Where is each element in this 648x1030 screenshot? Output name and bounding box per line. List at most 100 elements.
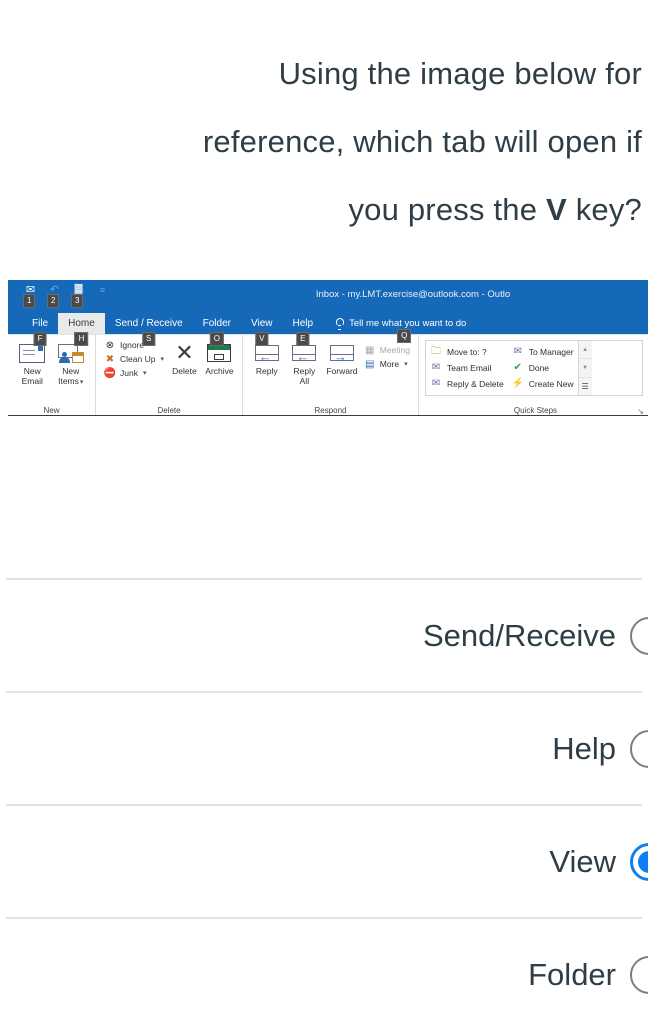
- reply-all-label-2: All: [299, 376, 310, 386]
- ribbon-group-new: New Email New Items▾ New: [8, 335, 96, 415]
- chevron-down-icon: ▾: [79, 379, 84, 386]
- more-label: More: [379, 359, 400, 369]
- question-line-3: ?you press the V key: [6, 176, 642, 244]
- tab-help[interactable]: Help E: [283, 313, 324, 346]
- new-items-label-1: New: [62, 366, 80, 376]
- option-label-send-receive: Send/Receive: [422, 617, 616, 653]
- scroll-up-icon[interactable]: ▲: [578, 341, 592, 360]
- tab-send-receive[interactable]: Send / Receive S: [105, 313, 193, 346]
- dialog-launcher-icon[interactable]: ↘: [637, 407, 644, 415]
- chevron-down-icon: ▾: [404, 361, 408, 368]
- radio-send-receive[interactable]: [630, 616, 648, 655]
- question-line-1: Using the image below for: [278, 56, 642, 91]
- delete-button[interactable]: ✕ Delete: [168, 338, 201, 377]
- tab-help-label: Help: [292, 318, 314, 329]
- to-manager-icon: ✉: [513, 346, 522, 357]
- keytip-send-receive: S: [142, 332, 156, 346]
- option-row-help[interactable]: Help: [0, 693, 648, 804]
- tab-folder-label: Folder: [202, 318, 231, 329]
- delete-small-buttons: ⊗ Ignore ✖ Clean Up ▾ ⛔ Junk ▾: [102, 338, 166, 380]
- new-email-label-1: New: [23, 366, 41, 376]
- reply-label: Reply: [255, 366, 278, 376]
- quick-step-create-new[interactable]: ⚡ Create New: [512, 376, 574, 392]
- ignore-button[interactable]: ⊗ Ignore: [102, 339, 166, 352]
- answer-options-list: Send/Receive Help View Folder: [0, 578, 648, 1030]
- quick-step-done[interactable]: ✔ Done: [512, 360, 574, 376]
- question-line-2: reference, which tab will open if: [202, 124, 642, 159]
- option-row-send-receive[interactable]: Send/Receive: [0, 580, 648, 691]
- quick-step-reply-delete[interactable]: ✉ Reply & Delete: [430, 376, 504, 392]
- tab-folder[interactable]: Folder O: [193, 313, 241, 346]
- quick-step-team-email-label: Team Email: [447, 363, 492, 373]
- option-row-folder[interactable]: Folder: [0, 919, 648, 1030]
- junk-icon: ⛔: [103, 368, 117, 379]
- forward-button[interactable]: → Forward: [324, 338, 360, 376]
- keytip-tell-me: Q: [397, 329, 412, 343]
- new-items-label-2: Items▾: [58, 376, 84, 386]
- tab-view[interactable]: View V: [241, 313, 283, 346]
- quick-steps-column-1: 🗀 Move to: ? ✉ Team Email ✉ Reply & Dele…: [426, 341, 508, 395]
- new-email-label-2: Email: [21, 376, 43, 386]
- tell-me-search[interactable]: Tell me what you want to do Q: [323, 313, 467, 343]
- ignore-label: Ignore: [120, 340, 145, 350]
- question-line-3-suffix: key: [566, 192, 625, 227]
- clean-up-icon: ✖: [105, 354, 115, 365]
- quick-step-team-email[interactable]: ✉ Team Email: [430, 360, 504, 376]
- question-key-letter: V: [546, 192, 567, 227]
- quick-steps-gallery[interactable]: 🗀 Move to: ? ✉ Team Email ✉ Reply & Dele…: [425, 340, 643, 396]
- tab-file-label: File: [32, 318, 49, 329]
- meeting-button[interactable]: ▦ Meeting: [362, 344, 412, 357]
- archive-label: Archive: [205, 366, 234, 376]
- delete-x-icon: ✕: [175, 340, 194, 365]
- quick-step-to-manager-label: To Manager: [528, 347, 574, 357]
- group-label-respond: Respond: [314, 406, 347, 415]
- keytip-qat-3: 3: [71, 294, 84, 308]
- tab-home[interactable]: Home H: [58, 313, 105, 346]
- group-label-new: New: [43, 406, 60, 415]
- ribbon-group-quick-steps: 🗀 Move to: ? ✉ Team Email ✉ Reply & Dele…: [419, 335, 648, 416]
- tab-home-label: Home: [68, 318, 95, 329]
- done-check-icon: ✔: [513, 362, 522, 373]
- keytip-help: E: [296, 332, 310, 346]
- tab-view-label: View: [251, 318, 273, 329]
- group-label-quick-steps: Quick Steps ↘: [513, 406, 644, 416]
- team-email-icon: ✉: [431, 362, 441, 373]
- clean-up-button[interactable]: ✖ Clean Up ▾: [102, 353, 166, 366]
- radio-help[interactable]: [630, 729, 648, 768]
- outlook-ribbon-screenshot: ✉ 1 ↶ 2 ▓ 3 ≡ Inbox - my.LMT.exercise@ou…: [8, 280, 648, 416]
- scroll-down-icon[interactable]: ▼: [578, 359, 592, 378]
- more-button[interactable]: ▤ More ▾: [362, 358, 412, 371]
- delete-label: Delete: [172, 366, 197, 376]
- ignore-icon: ⊗: [105, 340, 115, 351]
- keytip-home: H: [74, 332, 89, 346]
- radio-view[interactable]: [630, 842, 648, 881]
- tab-send-receive-label: Send / Receive: [114, 318, 183, 329]
- quick-step-move-to[interactable]: 🗀 Move to: ?: [430, 344, 504, 360]
- outlook-title-bar: ✉ 1 ↶ 2 ▓ 3 ≡ Inbox - my.LMT.exercise@ou…: [8, 280, 648, 313]
- meeting-icon: ▦: [365, 345, 375, 356]
- quick-steps-scrollbar[interactable]: ▲ ▼ ☰: [577, 341, 592, 395]
- keytip-qat-2: 2: [47, 294, 60, 308]
- option-label-view: View: [549, 843, 616, 879]
- ribbon-tab-strip: File F Home H Send / Receive S Folder O …: [8, 313, 648, 346]
- quick-step-move-to-label: Move to: ?: [447, 347, 487, 357]
- chevron-down-icon: ▾: [142, 370, 147, 377]
- scroll-more-icon[interactable]: ☰: [579, 378, 592, 395]
- forward-label: Forward: [326, 366, 358, 376]
- quick-step-to-manager[interactable]: ✉ To Manager: [512, 344, 574, 360]
- quick-step-reply-delete-label: Reply & Delete: [447, 379, 504, 389]
- create-new-icon: ⚡: [511, 378, 525, 389]
- tell-me-label: Tell me what you want to do: [349, 318, 467, 329]
- option-row-view[interactable]: View: [0, 806, 648, 917]
- keytip-qat-1: 1: [23, 294, 36, 308]
- tab-file[interactable]: File F: [22, 313, 58, 346]
- radio-folder[interactable]: [630, 955, 648, 994]
- junk-button[interactable]: ⛔ Junk ▾: [102, 367, 166, 380]
- quick-step-create-new-label: Create New: [528, 379, 574, 389]
- chevron-down-icon: ▾: [160, 356, 164, 363]
- option-label-help: Help: [552, 730, 616, 766]
- quick-steps-column-2: ✉ To Manager ✔ Done ⚡ Create New: [508, 341, 578, 395]
- group-label-delete: Delete: [157, 406, 181, 415]
- window-title: Inbox - my.LMT.exercise@outlook.com - Ou…: [315, 289, 511, 300]
- ribbon-group-delete: ⊗ Ignore ✖ Clean Up ▾ ⛔ Junk ▾ ✕ Delete …: [96, 335, 243, 415]
